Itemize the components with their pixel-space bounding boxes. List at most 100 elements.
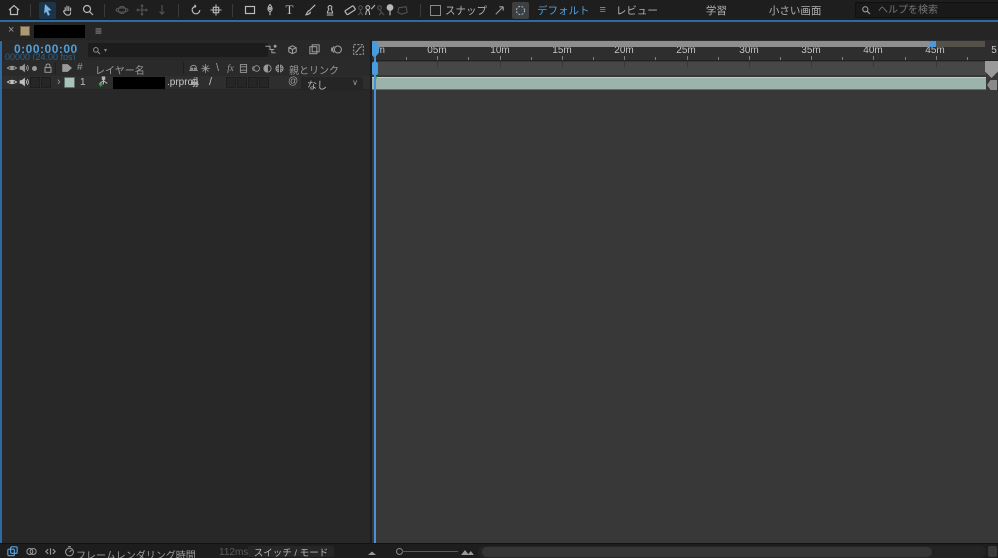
solo-column-icon[interactable]	[32, 66, 37, 71]
toolbar-separator	[104, 4, 105, 17]
home-icon[interactable]	[5, 2, 22, 19]
lock-column-icon[interactable]	[42, 62, 54, 74]
fx-column-icon[interactable]: fx	[224, 63, 237, 73]
workspace-tab-default[interactable]: デフォルト	[537, 3, 590, 18]
layer-switch-cell[interactable]	[226, 77, 236, 88]
motion-blur-icon[interactable]	[330, 43, 343, 56]
brush-tool-icon[interactable]	[301, 2, 318, 19]
hand-tool-icon[interactable]	[59, 2, 76, 19]
layer-switch-cell[interactable]	[237, 77, 247, 88]
layer-duration-bar[interactable]	[372, 77, 986, 90]
timeline-column-header-row: # レイヤー名 \ fx 親とリンク	[2, 60, 372, 77]
pan-behind-anchor-tool-icon[interactable]	[207, 2, 224, 19]
label-column-icon[interactable]	[61, 62, 73, 74]
timeline-search-box[interactable]: ▾	[88, 43, 268, 57]
scrollbar-corner[interactable]	[988, 546, 997, 557]
help-search-box[interactable]	[855, 2, 998, 18]
timeline-left-pane: 0:00:00:00 00000 (24.00 fps) ▾	[2, 40, 372, 543]
layer-switch-cell[interactable]	[259, 77, 269, 88]
puppet-option-pin-icon	[352, 2, 369, 19]
audio-column-icon[interactable]	[18, 62, 30, 74]
toolbar-separator	[420, 4, 421, 17]
puppet-option-overlap-icon	[394, 2, 411, 19]
work-area-bar[interactable]	[376, 41, 930, 47]
timeline-zoom-slider-track[interactable]	[402, 551, 458, 552]
puppet-option-bend-pin-icon	[373, 2, 390, 19]
layer-expand-chevron[interactable]: ›	[57, 76, 61, 88]
layer-name-column-header[interactable]: レイヤー名	[95, 62, 145, 77]
chevron-down-icon: ∨	[352, 78, 358, 87]
render-time-pane-toggle-icon[interactable]	[63, 545, 76, 558]
workspace-tab-small-screen[interactable]: 小さい画面	[769, 3, 822, 18]
layer-eye-icon[interactable]	[6, 76, 18, 88]
type-tool-icon[interactable]: T	[281, 2, 298, 19]
graph-editor-icon[interactable]	[352, 43, 365, 56]
layer-name-redacted[interactable]	[113, 77, 165, 89]
rectangle-tool-icon[interactable]	[241, 2, 258, 19]
workspace-menu-icon[interactable]: ≡	[600, 4, 606, 16]
draft-3d-icon[interactable]	[286, 43, 299, 56]
layer-quality-switch[interactable]: /	[209, 76, 212, 88]
snap-indicator-arrow-icon[interactable]	[491, 2, 508, 19]
collapse-transformations-column-icon[interactable]	[200, 63, 211, 74]
eye-column-icon[interactable]	[6, 62, 18, 74]
zoom-out-mountain-icon[interactable]	[366, 548, 378, 556]
snap-label: スナップ	[445, 3, 487, 18]
after-effects-window: T スナップ	[0, 0, 998, 558]
composition-icon	[20, 26, 30, 36]
playhead-line[interactable]	[374, 58, 376, 543]
timeline-panel-tab-bar: × ≡	[0, 22, 998, 41]
workspace-tab-learn[interactable]: 学習	[706, 3, 727, 18]
pan-camera-tool-icon[interactable]	[133, 2, 150, 19]
dolly-camera-tool-icon[interactable]	[153, 2, 170, 19]
snap-checkbox-box[interactable]	[430, 5, 441, 16]
parent-dropdown[interactable]: なし ∨	[301, 77, 363, 89]
workspace-tab-review[interactable]: レビュー	[616, 3, 658, 18]
comp-marker-bin-icon[interactable]	[987, 80, 997, 90]
layer-switch-cell[interactable]	[248, 77, 258, 88]
layer-index: 1	[80, 77, 86, 88]
in-out-panes-toggle-icon[interactable]	[44, 545, 57, 558]
adjustment-layer-column-icon[interactable]	[262, 63, 273, 74]
layer-shy-switch-icon[interactable]	[189, 77, 200, 88]
playhead-handle[interactable]	[372, 62, 378, 75]
layer-solo-cell[interactable]	[30, 77, 40, 88]
horizontal-scrollbar-thumb[interactable]	[482, 547, 932, 557]
zoom-in-mountains-icon[interactable]	[460, 547, 475, 556]
time-navigator-tail[interactable]	[936, 41, 985, 47]
index-column-header[interactable]: #	[77, 62, 83, 73]
parent-link-column-header[interactable]: 親とリンク	[289, 62, 339, 77]
orbit-camera-tool-icon[interactable]	[113, 2, 130, 19]
layer-audio-icon[interactable]	[18, 76, 30, 88]
switches-modes-button[interactable]: スイッチ / モード	[248, 546, 334, 557]
parent-pickwhip-icon[interactable]: @	[288, 76, 298, 87]
composition-name-redacted[interactable]	[34, 25, 85, 38]
rotation-tool-icon[interactable]	[187, 2, 204, 19]
mini-flowchart-icon[interactable]	[264, 43, 277, 56]
search-options-chevron-icon[interactable]: ▾	[104, 47, 107, 54]
transfer-controls-pane-toggle-icon[interactable]	[25, 545, 38, 558]
layer-lock-cell[interactable]	[41, 77, 51, 88]
clone-stamp-tool-icon[interactable]	[321, 2, 338, 19]
column-separator	[279, 62, 280, 74]
layer-switches-pane-toggle-icon[interactable]	[6, 545, 19, 558]
quality-column-icon[interactable]: \	[212, 62, 223, 74]
motion-blur-column-icon[interactable]	[250, 63, 261, 74]
search-icon	[861, 5, 871, 15]
vertical-scrollbar-thumb[interactable]	[985, 61, 998, 78]
selection-tool-icon[interactable]	[39, 2, 56, 19]
app-toolbar: T スナップ	[0, 0, 998, 20]
layer-row[interactable]: › 1 .prproj] / @ なし ∨	[2, 76, 372, 90]
shy-column-icon[interactable]	[188, 63, 199, 74]
panel-menu-icon[interactable]: ≡	[95, 24, 102, 38]
help-search-input[interactable]	[876, 4, 980, 17]
layer-source-icon	[97, 76, 110, 89]
frame-blend-column-icon[interactable]	[238, 63, 249, 74]
layer-label-swatch[interactable]	[64, 77, 75, 88]
snap-checkbox[interactable]: スナップ	[430, 3, 487, 18]
frame-blending-icon[interactable]	[308, 43, 321, 56]
panel-close-icon[interactable]: ×	[8, 24, 14, 36]
zoom-tool-icon[interactable]	[79, 2, 96, 19]
pen-tool-icon[interactable]	[261, 2, 278, 19]
snap-to-features-icon[interactable]	[512, 2, 529, 19]
